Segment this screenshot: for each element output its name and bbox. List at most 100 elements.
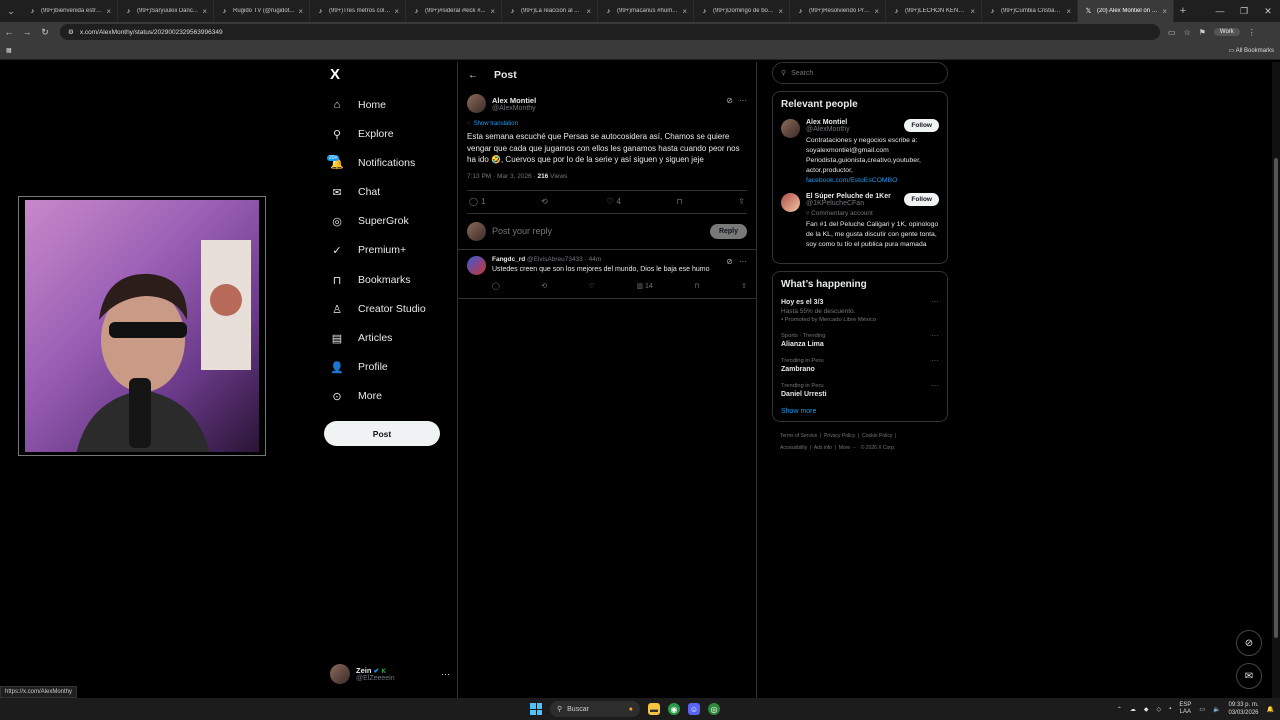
reply-input[interactable]: Post your reply bbox=[492, 226, 704, 236]
onedrive-icon[interactable]: ☁ bbox=[1130, 706, 1136, 713]
apps-icon[interactable]: ▦ bbox=[6, 47, 12, 54]
browser-tab[interactable]: 𝕏 (20) Alex Montiel on X... × bbox=[1078, 0, 1174, 22]
discord-icon[interactable]: ☺ bbox=[688, 703, 700, 715]
trend-more-icon[interactable]: ··· bbox=[931, 381, 939, 390]
tray-chevron-icon[interactable]: ⌃ bbox=[1117, 706, 1122, 713]
browser-tab[interactable]: ♪ (99+)Saryuukiii Danc... × bbox=[118, 0, 214, 22]
avatar[interactable] bbox=[467, 94, 486, 113]
views-action[interactable]: ▥ 14 bbox=[636, 282, 652, 290]
like-action[interactable]: ♡ 4 bbox=[606, 197, 621, 206]
browser-tab[interactable]: ♪ Rugido TV (@rugidot... × bbox=[214, 0, 310, 22]
search-input[interactable]: ⚲ Search bbox=[772, 62, 948, 84]
close-tab-icon[interactable]: × bbox=[778, 7, 783, 16]
close-tab-icon[interactable]: × bbox=[970, 7, 975, 16]
browser-tab[interactable]: ♪ (99+)Domingo de bo... × bbox=[694, 0, 790, 22]
grok-icon[interactable]: ⊘ bbox=[726, 96, 733, 105]
page-scrollbar[interactable] bbox=[1272, 62, 1280, 720]
sidebar-item-articles[interactable]: ▤ Articles bbox=[330, 328, 393, 348]
sidebar-item-bookmarks[interactable]: ⊓ Bookmarks bbox=[330, 270, 411, 290]
minimize-icon[interactable]: — bbox=[1208, 0, 1232, 22]
install-icon[interactable]: ▭ bbox=[1168, 28, 1176, 37]
sidebar-item-profile[interactable]: 👤 Profile bbox=[330, 357, 388, 377]
scrollbar-thumb[interactable] bbox=[1274, 158, 1278, 638]
all-bookmarks-button[interactable]: ▭ All Bookmarks bbox=[1229, 47, 1274, 54]
share-action[interactable]: ⇪ bbox=[738, 197, 745, 206]
tab-search-icon[interactable]: ⌄ bbox=[0, 0, 22, 22]
sidebar-item-home[interactable]: ⌂ Home bbox=[330, 95, 386, 115]
bookmark-icon[interactable]: ⊓ bbox=[694, 282, 699, 290]
tray-app-icon[interactable]: ▪ bbox=[1169, 706, 1171, 712]
close-tab-icon[interactable]: × bbox=[490, 7, 495, 16]
sidebar-item-notifications[interactable]: 🔔 Notifications bbox=[330, 153, 415, 173]
site-info-icon[interactable]: ⚙ bbox=[68, 28, 74, 36]
trend-item[interactable]: Trending in Peru Zambrano ··· bbox=[781, 356, 939, 373]
browser-tab[interactable]: ♪ (99+)La reacción al ... × bbox=[502, 0, 598, 22]
trend-item[interactable]: Trending in Peru Daniel Urresti ··· bbox=[781, 381, 939, 398]
url-field[interactable]: ⚙ x.com/AlexMonthy/status/20290023295639… bbox=[60, 24, 1160, 40]
maximize-icon[interactable]: ❐ bbox=[1232, 0, 1256, 22]
avatar[interactable] bbox=[781, 193, 800, 212]
show-translation-link[interactable]: ◌ Show translation bbox=[467, 121, 747, 127]
sidebar-item-premium[interactable]: ✓ Premium+ bbox=[330, 240, 406, 260]
browser-tab[interactable]: ♪ (99+)LECHÓN KENNI... × bbox=[886, 0, 982, 22]
close-tab-icon[interactable]: × bbox=[1162, 7, 1167, 16]
file-explorer-icon[interactable]: ▬ bbox=[648, 703, 660, 715]
close-window-icon[interactable]: ✕ bbox=[1256, 0, 1280, 22]
new-tab-button[interactable]: + bbox=[1174, 5, 1192, 17]
language-indicator[interactable]: ESP LAA bbox=[1179, 702, 1191, 716]
avatar[interactable] bbox=[781, 119, 800, 138]
sidebar-item-explore[interactable]: ⚲ Explore bbox=[330, 124, 394, 144]
footer-link[interactable]: Privacy Policy bbox=[824, 433, 855, 439]
avatar[interactable] bbox=[467, 255, 486, 275]
person-bio-link[interactable]: facebook.com/EstoEsCOMBO bbox=[806, 177, 897, 184]
grok-floating-button[interactable]: ⊘ bbox=[1236, 630, 1262, 656]
browser-icon[interactable]: ◎ bbox=[708, 703, 720, 715]
menu-icon[interactable]: ⋮ bbox=[1248, 28, 1256, 37]
browser-tab[interactable]: ♪ (99+)Cumbia Cristian... × bbox=[982, 0, 1078, 22]
close-tab-icon[interactable]: × bbox=[1066, 7, 1071, 16]
reply-author[interactable]: Fangdc_rd bbox=[492, 256, 525, 263]
sidebar-item-creator-studio[interactable]: ♙ Creator Studio bbox=[330, 299, 426, 319]
forward-icon[interactable]: → bbox=[18, 27, 36, 37]
x-logo[interactable]: X bbox=[330, 66, 340, 83]
more-dots-icon[interactable]: ··· bbox=[441, 669, 450, 679]
heart-icon[interactable]: ♡ bbox=[589, 282, 595, 290]
trend-more-icon[interactable]: ··· bbox=[931, 356, 939, 365]
messages-floating-button[interactable]: ✉ bbox=[1236, 663, 1262, 689]
post-more-icon[interactable]: ··· bbox=[739, 96, 747, 105]
grok-icon[interactable]: ⊘ bbox=[726, 257, 733, 266]
post-time[interactable]: 7:13 PM · Mar 3, 2026 · bbox=[467, 173, 537, 180]
taskbar-clock[interactable]: 09:33 p. m. 03/03/2026 bbox=[1228, 701, 1258, 717]
footer-link[interactable]: Ads info bbox=[814, 445, 832, 451]
network-icon[interactable]: ▭ bbox=[1199, 706, 1205, 713]
person-card[interactable]: El Súper Peluche de 1Ker @1KPelucheCFan … bbox=[781, 193, 939, 250]
close-tab-icon[interactable]: × bbox=[394, 7, 399, 16]
close-tab-icon[interactable]: × bbox=[298, 7, 303, 16]
post-author[interactable]: Alex Montiel @AlexMonthy bbox=[467, 94, 747, 113]
chrome-icon[interactable]: ◉ bbox=[668, 703, 680, 715]
browser-tab[interactable]: ♪ (99+)Resolviendo Pro... × bbox=[790, 0, 886, 22]
sidebar-item-more[interactable]: ⊙ More bbox=[330, 386, 382, 406]
sidebar-item-supergrok[interactable]: ◎ SuperGrok bbox=[330, 211, 409, 231]
trend-item[interactable]: Sports · Trending Alianza Lima ··· bbox=[781, 331, 939, 348]
browser-tab[interactable]: ♪ (99+)Tres metros colin... × bbox=[310, 0, 406, 22]
follow-button[interactable]: Follow bbox=[904, 193, 939, 206]
follow-button[interactable]: Follow bbox=[904, 119, 939, 132]
volume-icon[interactable]: 🔈 bbox=[1213, 706, 1220, 713]
browser-tab[interactable]: ♪ (99+)macarius #hum... × bbox=[598, 0, 694, 22]
share-icon[interactable]: ⇪ bbox=[741, 282, 747, 290]
reload-icon[interactable]: ↻ bbox=[36, 27, 54, 38]
repost-action[interactable]: ⟲ bbox=[541, 197, 551, 206]
reply-more-icon[interactable]: ··· bbox=[739, 257, 747, 266]
trend-more-icon[interactable]: ··· bbox=[931, 331, 939, 340]
close-tab-icon[interactable]: × bbox=[586, 7, 591, 16]
footer-link[interactable]: More ··· bbox=[839, 445, 857, 451]
post-button[interactable]: Post bbox=[324, 421, 440, 446]
browser-tab[interactable]: ♪ (99+)#sideral #kick #... × bbox=[406, 0, 502, 22]
person-card[interactable]: Alex Montiel @AlexMonthy Contrataciones … bbox=[781, 119, 939, 186]
close-tab-icon[interactable]: × bbox=[202, 7, 207, 16]
footer-link[interactable]: Cookie Policy bbox=[862, 433, 892, 439]
profile-button[interactable]: Work bbox=[1213, 28, 1240, 36]
bookmark-action[interactable]: ⊓ bbox=[676, 197, 682, 206]
close-tab-icon[interactable]: × bbox=[106, 7, 111, 16]
